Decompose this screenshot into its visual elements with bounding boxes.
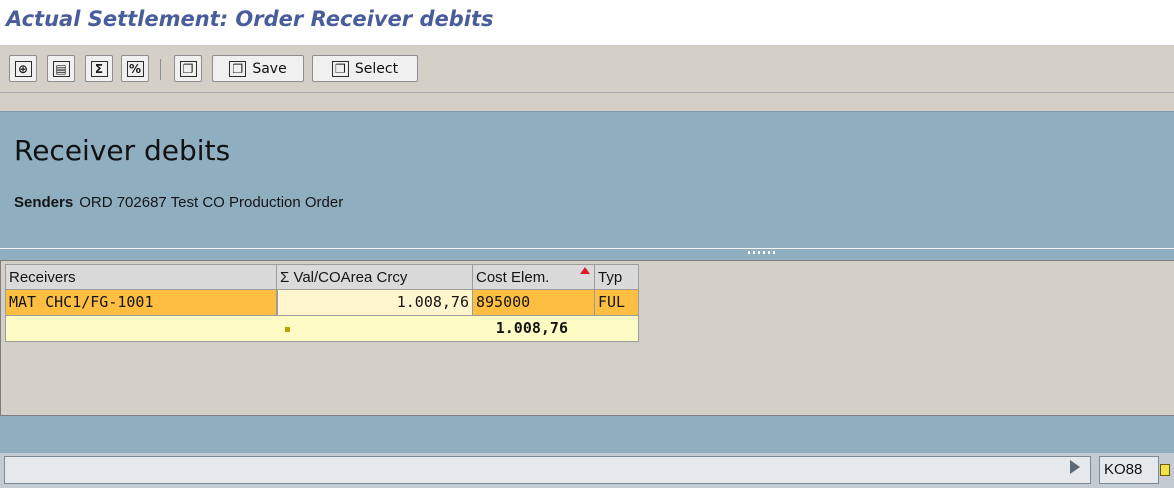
total-button[interactable]: Σ (85, 55, 113, 82)
subtotal-button[interactable]: % (121, 55, 149, 82)
header-panel: Receiver debits Senders ORD 702687 Test C… (0, 111, 1174, 249)
save-layout-button[interactable]: ❐ Save (212, 55, 304, 82)
section-heading: Receiver debits (14, 134, 231, 167)
columns-icon: ▤ (52, 60, 70, 77)
select-layout-label: Select (354, 60, 399, 77)
total-value: 1.008,76 (495, 319, 568, 337)
title-bar: Actual Settlement: Order Receiver debits (0, 0, 1174, 46)
save-layout-icon: ❐ (229, 60, 247, 77)
sum-icon: Σ (90, 60, 108, 77)
total-marker-icon (285, 327, 290, 332)
column-header-type[interactable]: Typ (595, 264, 639, 290)
lower-band (0, 416, 1174, 453)
grid-header-row: Receivers Σ Val/COArea Crcy Cost Elem. T… (5, 264, 639, 290)
senders-line: Senders ORD 702687 Test CO Production Ord… (14, 194, 343, 211)
splitter-handle[interactable] (0, 248, 1174, 260)
detail-icon: ⊕ (14, 60, 32, 77)
cell-value[interactable]: 1.008,76 (277, 290, 473, 316)
senders-label: Senders (14, 194, 74, 211)
column-header-receivers[interactable]: Receivers (5, 264, 277, 290)
cell-receiver[interactable]: MAT CHC1/FG-1001 (5, 290, 277, 316)
save-layout-label: Save (252, 60, 287, 77)
choose-layout-button[interactable]: ❐ (174, 55, 202, 82)
toolbar: ⊕ ▤ Σ % ❐ ❐ Save ❐ Select (0, 46, 1174, 93)
select-layout-icon: ❐ (331, 60, 349, 77)
column-header-cost-element[interactable]: Cost Elem. (473, 264, 595, 290)
toolbar-gap (0, 93, 1174, 111)
status-message-field[interactable] (4, 456, 1091, 484)
column-header-value[interactable]: Σ Val/COArea Crcy (277, 264, 473, 290)
subtotal-icon: % (126, 60, 144, 77)
total-row[interactable]: 1.008,76 (5, 316, 639, 342)
total-row-label-cell (5, 316, 277, 342)
splitter-grip-icon (748, 251, 778, 254)
system-info-icon[interactable] (1160, 464, 1170, 476)
cell-cost-element[interactable]: 895000 (473, 290, 595, 316)
select-layout-button[interactable]: ❐ Select (312, 55, 418, 82)
change-layout-button[interactable]: ▤ (47, 55, 75, 82)
toolbar-separator (160, 59, 161, 80)
sort-ascending-icon (580, 267, 590, 274)
status-bar: KO88 (0, 453, 1174, 488)
detail-button[interactable]: ⊕ (9, 55, 37, 82)
cell-type[interactable]: FUL (595, 290, 639, 316)
senders-value: ORD 702687 Test CO Production Order (79, 194, 344, 211)
layout-icon: ❐ (179, 60, 197, 77)
page-title: Actual Settlement: Order Receiver debits (6, 7, 494, 31)
total-value-cell[interactable]: 1.008,76 (277, 316, 639, 342)
table-row[interactable]: MAT CHC1/FG-1001 1.008,76 895000 FUL (5, 290, 639, 316)
transaction-code[interactable]: KO88 (1099, 456, 1159, 484)
column-header-cost-element-label: Cost Elem. (476, 269, 550, 286)
grid-area: Receivers Σ Val/COArea Crcy Cost Elem. T… (0, 260, 1174, 416)
expand-status-icon[interactable] (1070, 460, 1080, 474)
